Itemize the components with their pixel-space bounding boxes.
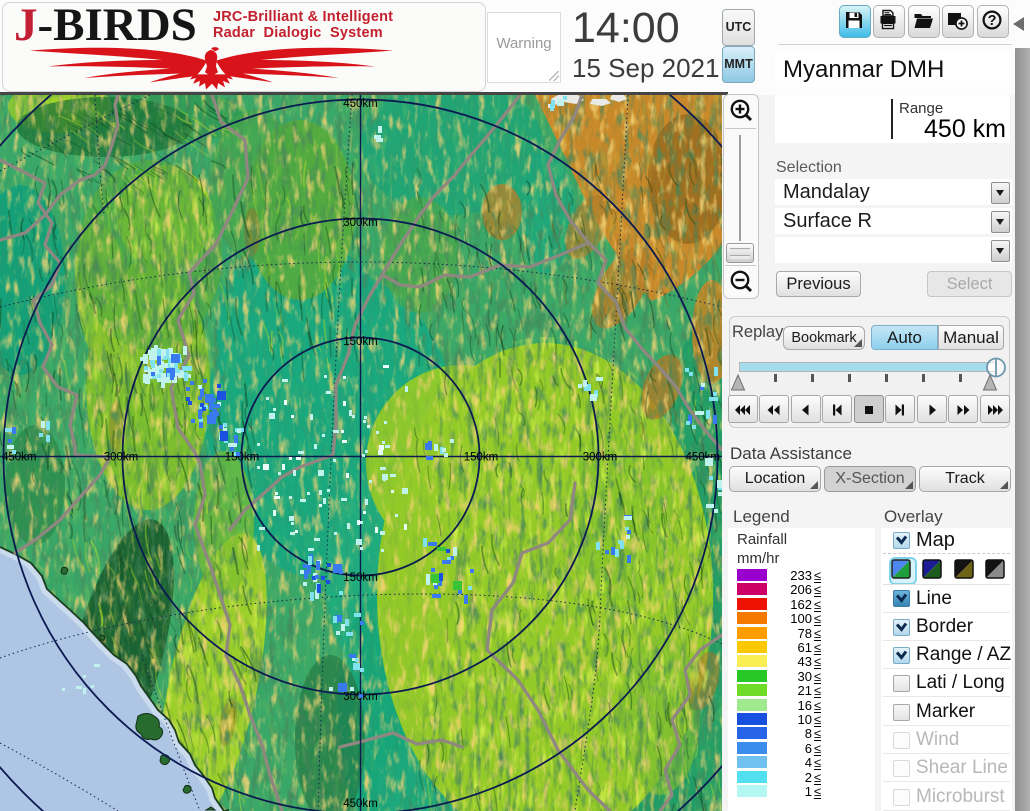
svg-text:300km: 300km (583, 452, 618, 464)
svg-text:150km: 150km (464, 452, 499, 464)
svg-text:450km: 450km (685, 452, 720, 464)
svg-text:150km: 150km (343, 336, 378, 348)
svg-text:300km: 300km (343, 217, 378, 229)
svg-text:?: ? (988, 13, 997, 29)
svg-text:150km: 150km (343, 572, 378, 584)
svg-text:450km: 450km (343, 798, 378, 810)
svg-text:450km: 450km (2, 452, 37, 464)
svg-text:300km: 300km (104, 452, 139, 464)
svg-text:450km: 450km (343, 98, 378, 110)
svg-text:150km: 150km (225, 452, 260, 464)
